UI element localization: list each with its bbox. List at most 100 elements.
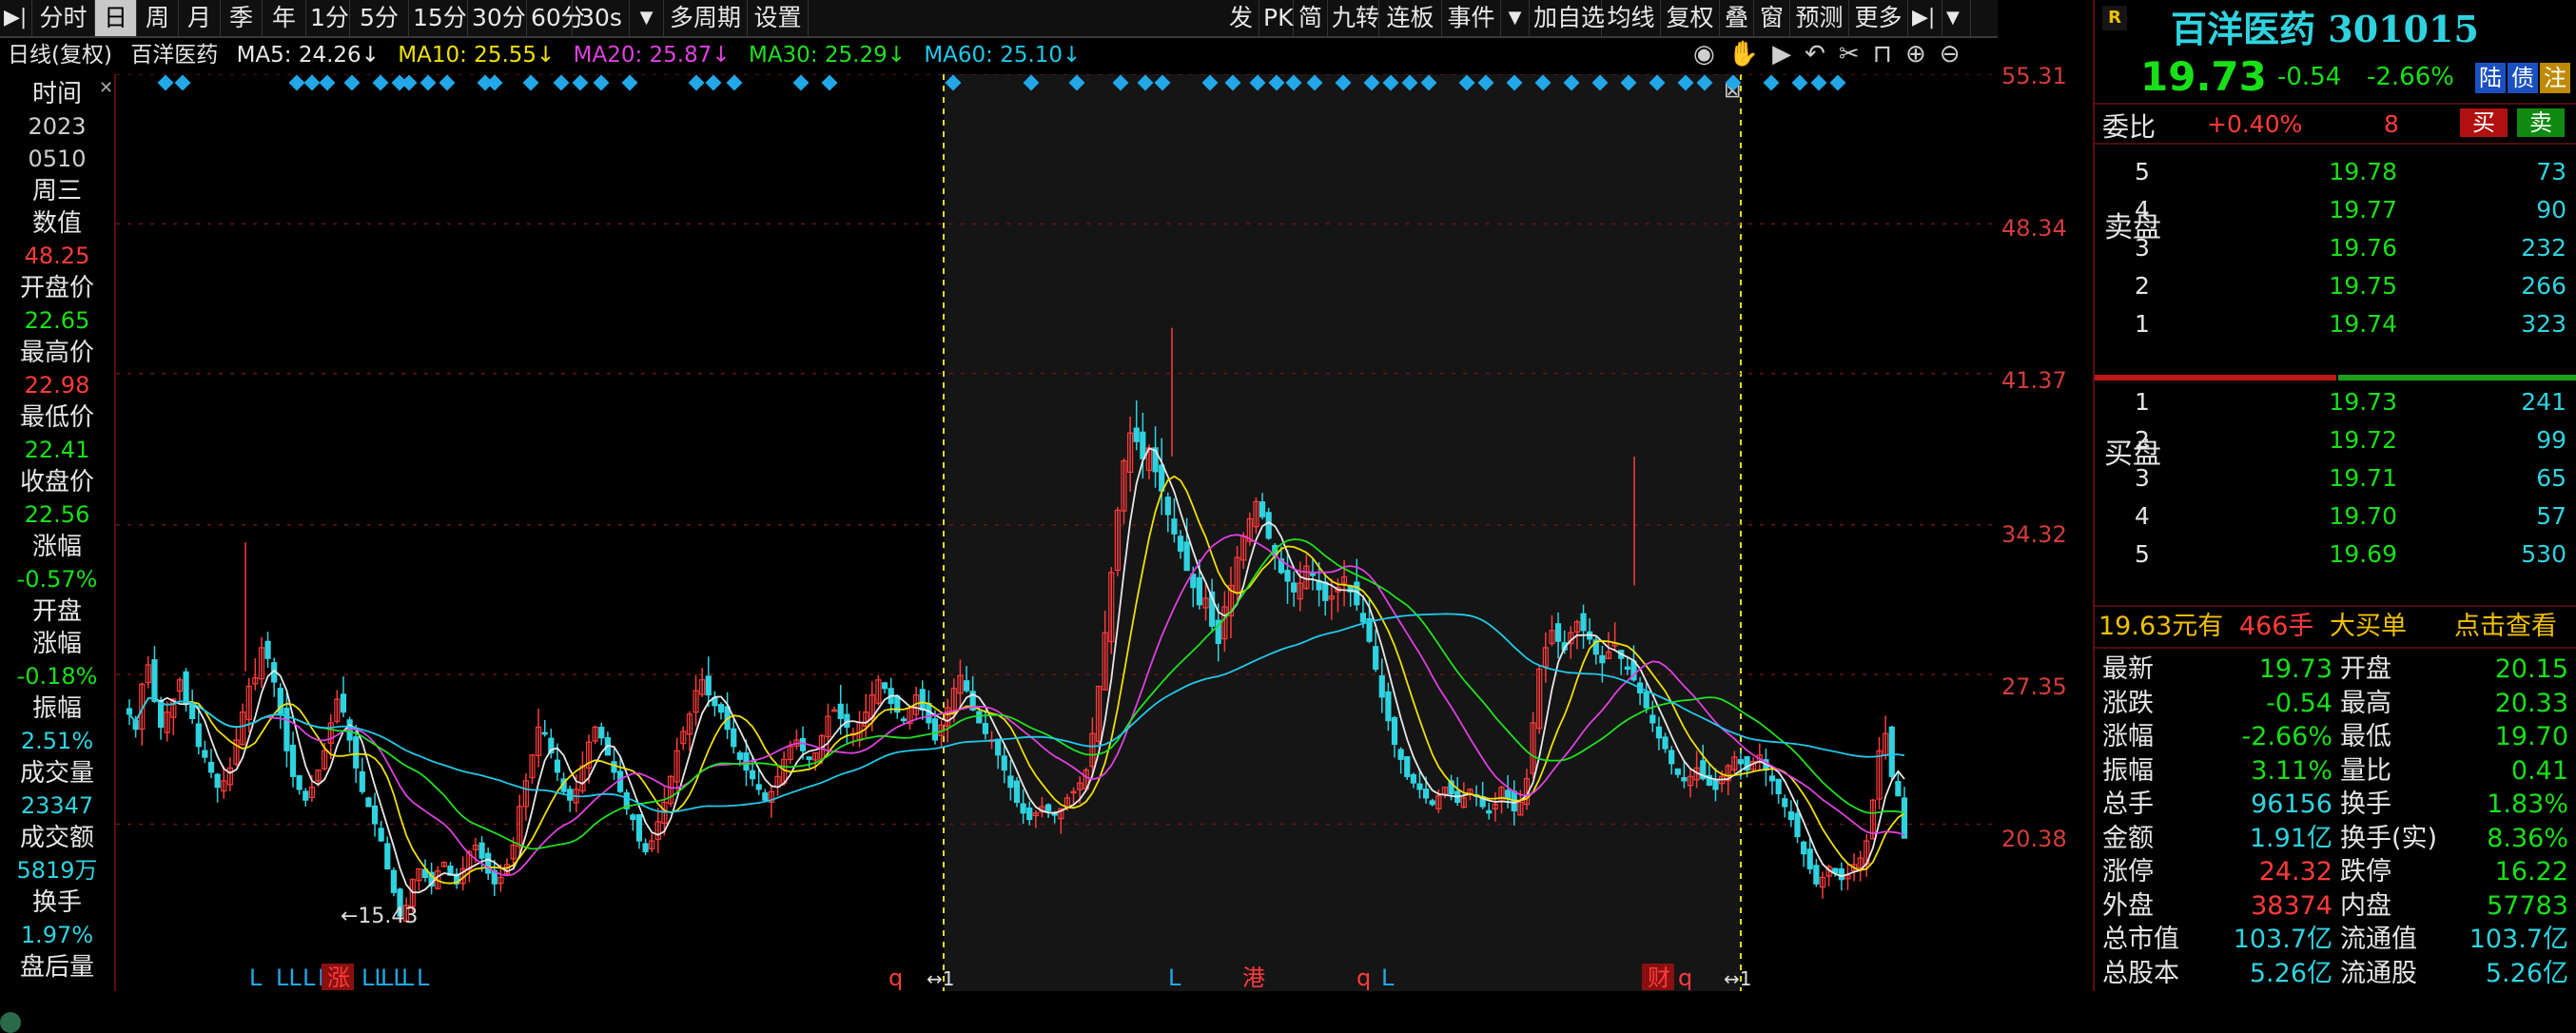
toolbar-button[interactable]: PK	[1259, 0, 1294, 36]
stat-label: 总股本	[2102, 958, 2179, 988]
candle-body	[982, 723, 989, 734]
period-tab[interactable]: 5分	[350, 0, 409, 36]
stat-row: 振幅 3.11% 量比 0.41	[2095, 754, 2576, 788]
tag-zhu[interactable]: 注	[2540, 63, 2570, 93]
stat-value: 103.7亿	[2469, 925, 2568, 954]
ask-price: 19.77	[2329, 196, 2397, 224]
ask-row[interactable]: 1 19.74 323	[2095, 308, 2576, 341]
period-tab[interactable]: 日	[95, 0, 137, 36]
bid-row[interactable]: 1 19.73 241	[2095, 386, 2576, 419]
stat-value: -0.54	[2266, 688, 2332, 718]
scissors-icon[interactable]: ✂	[1839, 40, 1873, 68]
toolbar-button[interactable]: 九转	[1328, 0, 1379, 36]
event-label: q	[1678, 965, 1692, 991]
candle-body	[736, 751, 743, 760]
exchange-label: 换手	[31, 888, 82, 917]
stat-value: 20.15	[2494, 654, 2568, 684]
event-label: L	[1381, 965, 1395, 991]
bid-row[interactable]: 5 19.69 530	[2095, 538, 2576, 571]
candle-body	[1895, 781, 1902, 797]
toolbar-button[interactable]: 连板	[1379, 0, 1442, 36]
period-tab[interactable]: 30s	[573, 0, 630, 36]
ask-row[interactable]: 5 19.78 73	[2095, 156, 2576, 188]
bid-volume: 530	[2521, 540, 2566, 568]
bid-level: 4	[2135, 502, 2150, 530]
ask-level: 2	[2135, 272, 2150, 300]
bid-row[interactable]: 3 19.71 65	[2095, 462, 2576, 495]
eye-icon[interactable]: ◉	[1693, 40, 1728, 68]
toolbar-button[interactable]: 简	[1294, 0, 1328, 36]
panel-toggle-icon[interactable]: ▶|	[1908, 0, 1942, 36]
big-order-bar[interactable]: 19.63元有 466手 大买单 点击查看	[2098, 611, 2557, 643]
selection-handle-right: ↔1	[1724, 967, 1751, 990]
period-tab[interactable]: 1分	[306, 0, 350, 36]
zoom-in-icon[interactable]: ⊕	[1905, 40, 1940, 68]
period-tab[interactable]: 月	[179, 0, 221, 36]
period-tab[interactable]: 60分	[527, 0, 585, 36]
toolbar-button[interactable]: 均线	[1602, 0, 1661, 36]
exchange-value: 1.97%	[20, 922, 94, 948]
event-label: 港	[1242, 965, 1265, 991]
period-tab[interactable]: 年	[263, 0, 306, 36]
candle-body	[289, 744, 297, 777]
event-label: L	[249, 965, 263, 991]
dropdown-arrow-icon[interactable]: ▼	[630, 0, 664, 36]
low-value: 22.41	[24, 437, 90, 463]
ask-row[interactable]: 3 19.76 232	[2095, 232, 2576, 264]
stock-code: 301015	[2328, 8, 2479, 50]
kline-chart[interactable]: ⊠←15.43LLLLL涨LLLLLLqL港qL财q↔1↔1	[116, 74, 1998, 991]
toolbar-button[interactable]: 加自选	[1530, 0, 1605, 36]
period-tab[interactable]: 15分	[409, 0, 468, 36]
hand-icon[interactable]: ✋	[1728, 40, 1772, 68]
ask-volume: 323	[2521, 310, 2566, 338]
undo-icon[interactable]: ↶	[1805, 40, 1839, 68]
price-change: -0.54	[2277, 63, 2342, 91]
toolbar-button[interactable]: 叠	[1720, 0, 1754, 36]
ask-row[interactable]: 4 19.77 90	[2095, 194, 2576, 226]
play-icon[interactable]: ▶	[1772, 40, 1805, 68]
sell-button[interactable]: 卖	[2517, 108, 2565, 137]
buy-button[interactable]: 买	[2460, 108, 2508, 137]
toolbar-button[interactable]: 事件	[1442, 0, 1501, 36]
period-tab[interactable]: 30分	[468, 0, 527, 36]
toolbar-button[interactable]: 窗	[1754, 0, 1790, 36]
stat-label: 最高	[2340, 688, 2391, 718]
ma10-label: MA10: 25.55↓	[398, 43, 556, 68]
toolbar-button[interactable]: 预测	[1790, 0, 1849, 36]
toolbar-button[interactable]: 复权	[1661, 0, 1720, 36]
period-tab[interactable]: 多周期	[664, 0, 748, 36]
candle-body	[371, 805, 379, 825]
candle-body	[1133, 427, 1140, 442]
period-tab[interactable]: 分时	[32, 0, 95, 36]
high-value: 22.98	[24, 372, 90, 399]
toolbar-button[interactable]: 发	[1223, 0, 1259, 36]
period-tab[interactable]: 季	[221, 0, 263, 36]
event-marker	[288, 74, 305, 91]
toolbar-button[interactable]: 更多	[1849, 0, 1908, 36]
tag-zhai[interactable]: 债	[2508, 63, 2538, 93]
stat-label: 最低	[2340, 722, 2391, 751]
big-order-link[interactable]: 点击查看	[2454, 611, 2557, 643]
candle-body	[340, 693, 347, 713]
bid-row[interactable]: 4 19.70 57	[2095, 500, 2576, 533]
ma60-label: MA60: 25.10↓	[924, 43, 1082, 68]
dropdown-arrow-icon[interactable]: ▼	[1501, 0, 1530, 36]
candle-body	[202, 750, 208, 758]
stat-label: 开盘	[2340, 654, 2391, 684]
menu-arrow-icon[interactable]: ▼	[1942, 0, 1971, 36]
bid-level: 5	[2135, 540, 2150, 568]
open-label: 开盘价	[19, 274, 94, 302]
period-tab[interactable]: 周	[137, 0, 179, 36]
ask-row[interactable]: 2 19.75 266	[2095, 270, 2576, 302]
stat-label: 最新	[2102, 654, 2154, 684]
year-value: 2023	[28, 113, 87, 140]
event-marker	[400, 74, 418, 91]
event-marker	[486, 74, 503, 91]
toolbar-toggle-icon[interactable]: ▶|	[0, 0, 32, 36]
period-tab[interactable]: 设置	[748, 0, 809, 36]
stat-value: 20.33	[2494, 688, 2568, 718]
tag-lu[interactable]: 陆	[2475, 63, 2506, 93]
bid-row[interactable]: 2 19.72 99	[2095, 424, 2576, 457]
zoom-out-icon[interactable]: ⊖	[1940, 40, 1974, 68]
lock-icon[interactable]: ⊓	[1873, 40, 1905, 68]
